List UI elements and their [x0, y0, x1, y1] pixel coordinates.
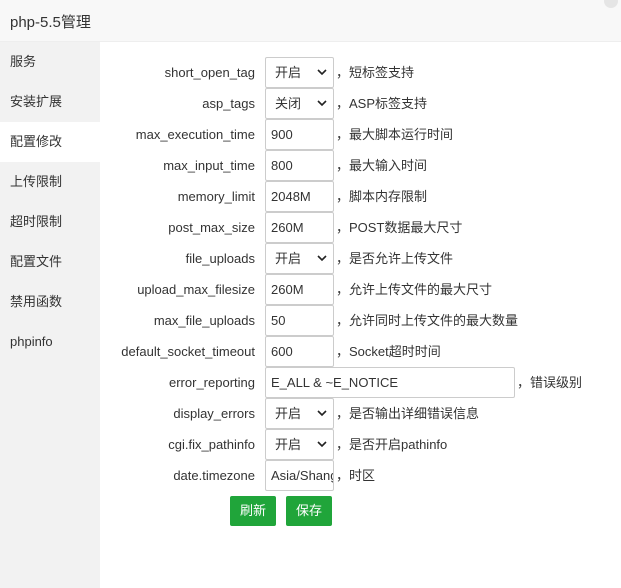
form-row-display-errors: display_errors 开启 ，是否输出详细错误信息 [100, 398, 621, 429]
form-row-date-timezone: date.timezone Asia/Shanghai ，时区 [100, 460, 621, 491]
form-row-error-reporting: error_reporting E_ALL & ~E_NOTICE ，错误级别 [100, 367, 621, 398]
field-description: ，POST数据最大尺寸 [336, 220, 463, 235]
field-description: ，Socket超时时间 [336, 344, 441, 359]
field-description: ，脚本内存限制 [336, 189, 428, 204]
field-label: max_input_time [163, 158, 255, 173]
cgi-fix-pathinfo-select[interactable]: 开启 [265, 429, 334, 460]
select-value: 开启 [275, 406, 302, 421]
field-label: max_execution_time [135, 127, 255, 142]
asp-tags-select[interactable]: 关闭 [265, 88, 334, 119]
max-execution-time-input[interactable]: 900 [265, 119, 334, 150]
field-label: asp_tags [202, 96, 255, 111]
refresh-button[interactable]: 刷新 [230, 496, 276, 526]
field-label: upload_max_filesize [137, 282, 255, 297]
chevron-down-icon [317, 69, 327, 76]
form-row-file-uploads: file_uploads 开启 ，是否允许上传文件 [100, 243, 621, 274]
sidebar-item-phpinfo[interactable]: phpinfo [0, 322, 100, 362]
field-label: max_file_uploads [153, 313, 255, 328]
field-label: display_errors [173, 406, 255, 421]
file-uploads-select[interactable]: 开启 [265, 243, 334, 274]
select-value: 开启 [275, 437, 302, 452]
input-value: 800 [271, 158, 293, 173]
display-errors-select[interactable]: 开启 [265, 398, 334, 429]
select-value: 关闭 [275, 96, 302, 111]
field-description: ，是否允许上传文件 [336, 251, 454, 266]
field-description: ，短标签支持 [336, 65, 415, 80]
post-max-size-input[interactable]: 260M [265, 212, 334, 243]
form-row-max-file-uploads: max_file_uploads 50 ，允许同时上传文件的最大数量 [100, 305, 621, 336]
field-label: error_reporting [169, 375, 255, 390]
field-description: ，最大输入时间 [336, 158, 428, 173]
select-value: 开启 [275, 65, 302, 80]
input-value: E_ALL & ~E_NOTICE [271, 375, 399, 390]
chevron-down-icon [317, 100, 327, 107]
short-open-tag-select[interactable]: 开启 [265, 57, 334, 88]
sidebar-item-config-file[interactable]: 配置文件 [0, 242, 100, 282]
field-description: ，允许同时上传文件的最大数量 [336, 313, 519, 328]
input-value: 260M [271, 282, 304, 297]
input-value: 2048M [271, 189, 311, 204]
default-socket-timeout-input[interactable]: 600 [265, 336, 334, 367]
form-row-upload-max-filesize: upload_max_filesize 260M ，允许上传文件的最大尺寸 [100, 274, 621, 305]
save-button[interactable]: 保存 [286, 496, 332, 526]
form-row-short-open-tag: short_open_tag 开启 ，短标签支持 [100, 57, 621, 88]
date-timezone-input[interactable]: Asia/Shanghai [265, 460, 334, 491]
upload-max-filesize-input[interactable]: 260M [265, 274, 334, 305]
form-row-memory-limit: memory_limit 2048M ，脚本内存限制 [100, 181, 621, 212]
form-row-cgi-fix-pathinfo: cgi.fix_pathinfo 开启 ，是否开启pathinfo [100, 429, 621, 460]
field-label: date.timezone [173, 468, 255, 483]
field-label: short_open_tag [164, 65, 255, 80]
sidebar: 服务 安装扩展 配置修改 上传限制 超时限制 配置文件 禁用函数 phpinfo [0, 42, 100, 588]
select-value: 开启 [275, 251, 302, 266]
php-manager-window: php-5.5管理 服务 安装扩展 配置修改 上传限制 超时限制 配置文件 禁用… [0, 0, 621, 588]
sidebar-item-service[interactable]: 服务 [0, 42, 100, 82]
memory-limit-input[interactable]: 2048M [265, 181, 334, 212]
field-label: file_uploads [185, 251, 255, 266]
form-row-max-input-time: max_input_time 800 ，最大输入时间 [100, 150, 621, 181]
field-description: ，允许上传文件的最大尺寸 [336, 282, 493, 297]
config-form: short_open_tag 开启 ，短标签支持 asp_tags 关闭 ，AS… [100, 42, 621, 588]
field-description: ，ASP标签支持 [336, 96, 428, 111]
sidebar-item-disabled-functions[interactable]: 禁用函数 [0, 282, 100, 322]
max-input-time-input[interactable]: 800 [265, 150, 334, 181]
form-row-max-execution-time: max_execution_time 900 ，最大脚本运行时间 [100, 119, 621, 150]
input-value: Asia/Shanghai [271, 468, 333, 483]
field-label: default_socket_timeout [121, 344, 255, 359]
field-label: cgi.fix_pathinfo [168, 437, 255, 452]
form-row-asp-tags: asp_tags 关闭 ，ASP标签支持 [100, 88, 621, 119]
chevron-down-icon [317, 410, 327, 417]
form-row-post-max-size: post_max_size 260M ，POST数据最大尺寸 [100, 212, 621, 243]
field-description: ，时区 [336, 468, 376, 483]
chevron-down-icon [317, 441, 327, 448]
field-description: ，是否输出详细错误信息 [336, 406, 480, 421]
input-value: 50 [271, 313, 286, 328]
form-row-default-socket-timeout: default_socket_timeout 600 ，Socket超时时间 [100, 336, 621, 367]
sidebar-item-upload-limit[interactable]: 上传限制 [0, 162, 100, 202]
field-description: ，最大脚本运行时间 [336, 127, 454, 142]
sidebar-item-timeout-limit[interactable]: 超时限制 [0, 202, 100, 242]
sidebar-item-install-extensions[interactable]: 安装扩展 [0, 82, 100, 122]
field-label: memory_limit [177, 189, 255, 204]
close-icon[interactable] [604, 0, 618, 8]
input-value: 260M [271, 220, 304, 235]
field-description: ，错误级别 [517, 375, 583, 390]
window-title: php-5.5管理 [10, 14, 91, 31]
chevron-down-icon [317, 255, 327, 262]
max-file-uploads-input[interactable]: 50 [265, 305, 334, 336]
title-bar: php-5.5管理 [0, 0, 621, 42]
field-description: ，是否开启pathinfo [336, 437, 448, 452]
input-value: 600 [271, 344, 293, 359]
sidebar-item-config-edit[interactable]: 配置修改 [0, 122, 100, 162]
field-label: post_max_size [168, 220, 255, 235]
input-value: 900 [271, 127, 293, 142]
error-reporting-input[interactable]: E_ALL & ~E_NOTICE [265, 367, 515, 398]
